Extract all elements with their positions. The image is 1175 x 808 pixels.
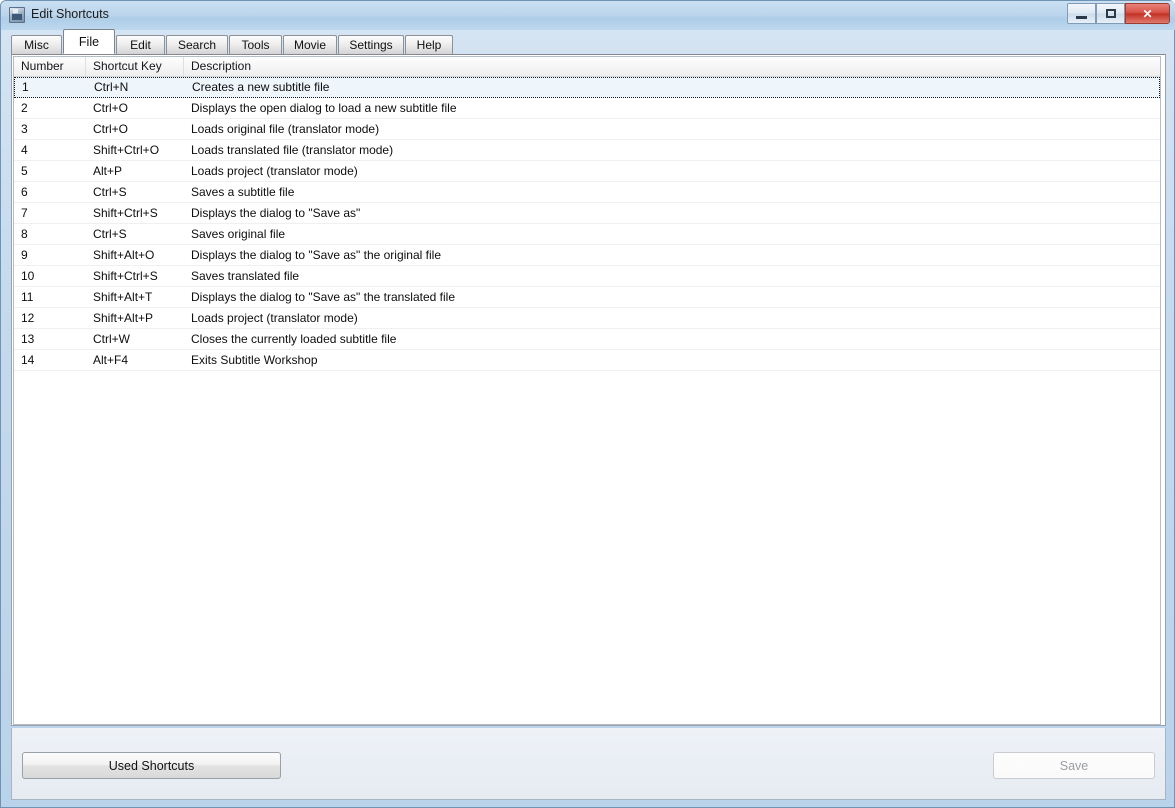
table-row[interactable]: 7 Shift+Ctrl+S Displays the dialog to "Sav… xyxy=(14,203,1160,224)
window-frame: Edit Shortcuts ✕ Misc File Edit Search T… xyxy=(0,0,1175,808)
table-row[interactable]: 13 Ctrl+W Closes the currently loaded subt… xyxy=(14,329,1160,350)
cell-description: Saves translated file xyxy=(191,269,300,283)
cell-number: 12 xyxy=(21,311,35,325)
table-row[interactable]: 9 Shift+Alt+O Displays the dialog to "Save… xyxy=(14,245,1160,266)
tab-bar: Misc File Edit Search Tools Movie Settin… xyxy=(11,29,1166,56)
cell-description: Closes the currently loaded subtitle fil… xyxy=(191,332,397,346)
cell-shortcut-key: Ctrl+S xyxy=(93,185,127,199)
cell-shortcut-key: Alt+F4 xyxy=(93,353,129,367)
minimize-button[interactable] xyxy=(1067,3,1096,24)
cell-shortcut-key: Shift+Alt+P xyxy=(93,311,154,325)
cell-shortcut-key: Alt+P xyxy=(93,164,123,178)
tab-tools[interactable]: Tools xyxy=(229,35,282,54)
table-row[interactable]: 10 Shift+Ctrl+S Saves translated file xyxy=(14,266,1160,287)
list-body: 1 Ctrl+N Creates a new subtitle file 2 Ctrl+… xyxy=(14,77,1160,371)
minimize-icon xyxy=(1068,4,1095,23)
cell-shortcut-key: Shift+Ctrl+S xyxy=(93,269,158,283)
cell-description: Displays the dialog to "Save as" the tra… xyxy=(191,290,455,304)
cell-number: 4 xyxy=(21,143,28,157)
cell-description: Saves a subtitle file xyxy=(191,185,295,199)
tab-help[interactable]: Help xyxy=(405,35,453,54)
tab-settings[interactable]: Settings xyxy=(338,35,404,54)
save-button[interactable]: Save xyxy=(993,752,1155,779)
column-header-description[interactable]: Description xyxy=(184,57,1160,76)
column-header-shortcut-key[interactable]: Shortcut Key xyxy=(86,57,184,76)
cell-shortcut-key: Shift+Ctrl+S xyxy=(93,206,158,220)
cell-number: 13 xyxy=(21,332,35,346)
content-panel: Number Shortcut Key Description 1 Ctrl+N C… xyxy=(11,54,1166,726)
cell-description: Loads project (translator mode) xyxy=(191,311,358,325)
app-icon xyxy=(9,7,25,23)
cell-shortcut-key: Ctrl+W xyxy=(93,332,130,346)
used-shortcuts-button[interactable]: Used Shortcuts xyxy=(22,752,281,779)
cell-number: 3 xyxy=(21,122,28,136)
cell-description: Displays the open dialog to load a new s… xyxy=(191,101,457,115)
window-title: Edit Shortcuts xyxy=(31,7,109,21)
cell-shortcut-key: Ctrl+N xyxy=(94,80,129,94)
cell-number: 14 xyxy=(21,353,35,367)
table-row[interactable]: 6 Ctrl+S Saves a subtitle file xyxy=(14,182,1160,203)
table-row[interactable]: 5 Alt+P Loads project (translator mode) xyxy=(14,161,1160,182)
cell-description: Loads translated file (translator mode) xyxy=(191,143,394,157)
close-icon: ✕ xyxy=(1142,6,1153,21)
table-row[interactable]: 14 Alt+F4 Exits Subtitle Workshop xyxy=(14,350,1160,371)
cell-number: 5 xyxy=(21,164,28,178)
tab-misc[interactable]: Misc xyxy=(11,35,62,54)
cell-shortcut-key: Shift+Ctrl+O xyxy=(93,143,160,157)
cell-description: Loads original file (translator mode) xyxy=(191,122,380,136)
cell-shortcut-key: Shift+Alt+O xyxy=(93,248,155,262)
shortcuts-list[interactable]: Number Shortcut Key Description 1 Ctrl+N C… xyxy=(13,56,1161,725)
cell-number: 10 xyxy=(21,269,35,283)
cell-description: Exits Subtitle Workshop xyxy=(191,353,318,367)
table-row[interactable]: 12 Shift+Alt+P Loads project (translator m… xyxy=(14,308,1160,329)
table-row[interactable]: 3 Ctrl+O Loads original file (translator m… xyxy=(14,119,1160,140)
cell-shortcut-key: Ctrl+O xyxy=(93,101,129,115)
close-button[interactable]: ✕ xyxy=(1125,3,1170,24)
cell-description: Saves original file xyxy=(191,227,286,241)
cell-shortcut-key: Ctrl+S xyxy=(93,227,127,241)
list-header-row: Number Shortcut Key Description xyxy=(14,57,1160,77)
table-row[interactable]: 11 Shift+Alt+T Displays the dialog to "Sav… xyxy=(14,287,1160,308)
table-row[interactable]: 8 Ctrl+S Saves original file xyxy=(14,224,1160,245)
cell-number: 8 xyxy=(21,227,28,241)
footer-bar: Used Shortcuts Save xyxy=(11,728,1166,800)
cell-shortcut-key: Shift+Alt+T xyxy=(93,290,153,304)
tab-movie[interactable]: Movie xyxy=(283,35,337,54)
tab-file[interactable]: File xyxy=(63,29,115,54)
table-row[interactable]: 2 Ctrl+O Displays the open dialog to load … xyxy=(14,98,1160,119)
table-row[interactable]: 4 Shift+Ctrl+O Loads translated file (tran… xyxy=(14,140,1160,161)
cell-number: 1 xyxy=(22,80,29,94)
title-bar[interactable]: Edit Shortcuts ✕ xyxy=(1,1,1175,30)
cell-shortcut-key: Ctrl+O xyxy=(93,122,129,136)
cell-description: Creates a new subtitle file xyxy=(192,80,330,94)
column-header-number[interactable]: Number xyxy=(14,57,86,76)
cell-number: 11 xyxy=(21,290,34,304)
cell-number: 7 xyxy=(21,206,28,220)
maximize-icon xyxy=(1097,4,1124,23)
cell-description: Loads project (translator mode) xyxy=(191,164,358,178)
maximize-button[interactable] xyxy=(1096,3,1125,24)
cell-number: 2 xyxy=(21,101,28,115)
cell-number: 6 xyxy=(21,185,28,199)
cell-number: 9 xyxy=(21,248,28,262)
cell-description: Displays the dialog to "Save as" the ori… xyxy=(191,248,441,262)
table-row[interactable]: 1 Ctrl+N Creates a new subtitle file xyxy=(14,77,1160,98)
cell-description: Displays the dialog to "Save as" xyxy=(191,206,361,220)
tab-search[interactable]: Search xyxy=(166,35,228,54)
tab-edit[interactable]: Edit xyxy=(116,35,165,54)
